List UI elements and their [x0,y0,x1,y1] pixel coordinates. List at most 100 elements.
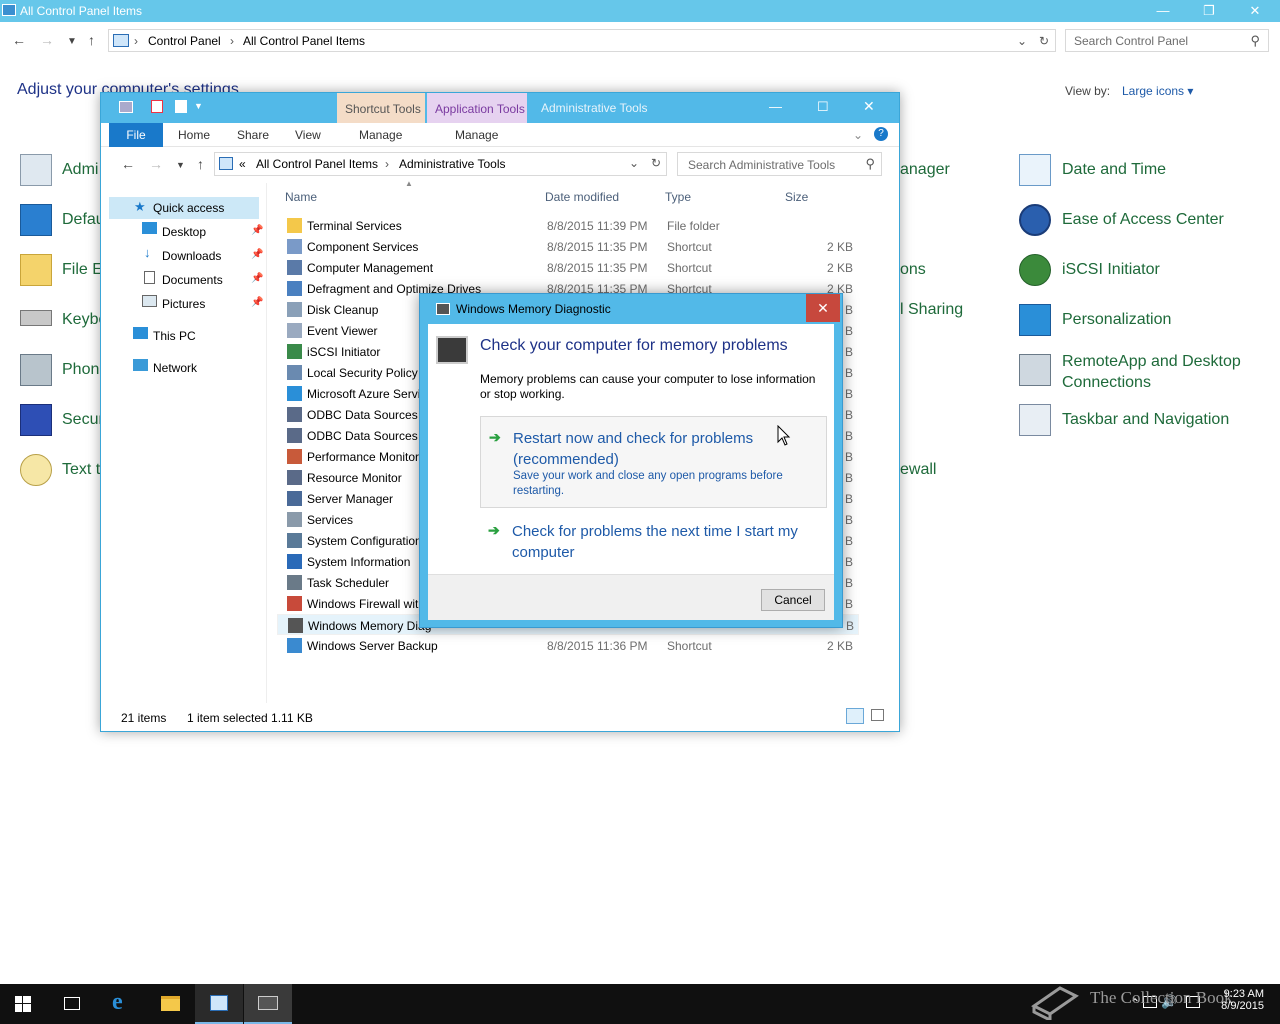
sidebar-item-pictures[interactable]: Pictures [162,297,205,311]
start-button[interactable] [0,984,48,1024]
cp-item-remoteapp[interactable]: RemoteApp and Desktop Connections [1062,351,1262,393]
breadcrumb-all-items[interactable]: All Control Panel Items [243,34,365,48]
explorer-close-button[interactable]: ✕ [863,98,875,115]
cp-item-default[interactable]: Defau [62,211,105,229]
forward-icon[interactable]: → [40,32,54,48]
cp-item-connections[interactable]: ons [900,261,926,279]
up-icon[interactable]: ↑ [88,32,95,48]
refresh-icon[interactable]: ↻ [1039,34,1049,48]
sidebar-item-downloads[interactable]: Downloads [162,249,221,263]
back-icon[interactable]: ← [121,156,135,172]
sidebar-item-desktop[interactable]: Desktop [162,225,206,239]
new-folder-icon[interactable] [175,100,187,113]
tab-view[interactable]: View [295,128,321,142]
row-name: Terminal Services [307,219,402,233]
shortcut-icon [287,596,302,611]
cp-item-taskbar[interactable]: Taskbar and Navigation [1062,411,1229,429]
column-type[interactable]: Type [665,190,691,204]
breadcrumb-overflow[interactable]: « [239,157,246,171]
cp-item-network-sharing[interactable]: l Sharing [900,301,963,319]
explorer-search-input[interactable]: Search Administrative Tools ⚲ [677,152,882,176]
cp-item-firewall[interactable]: ewall [900,461,936,479]
pin-icon[interactable]: 📌 [251,225,263,236]
pin-icon[interactable]: 📌 [251,273,263,284]
recent-chevron-icon[interactable]: ▼ [67,36,77,47]
pin-icon[interactable]: 📌 [251,249,263,260]
sidebar-item-network[interactable]: Network [153,361,197,375]
view-by-dropdown[interactable]: Large icons ▾ [1122,84,1193,98]
cancel-button[interactable]: Cancel [761,589,825,611]
address-dropdown-icon[interactable]: ⌄ [1017,34,1027,48]
tab-share[interactable]: Share [237,128,269,142]
cp-item-admin[interactable]: Admi [62,161,98,179]
file-explorer-button[interactable] [146,984,194,1024]
view-by-value: Large icons [1122,84,1185,98]
option-restart-now[interactable]: ➔ Restart now and check for problems (re… [480,416,827,508]
breadcrumb-all-items[interactable]: All Control Panel Items [256,157,378,171]
selection-info: 1 item selected 1.11 KB [187,711,313,725]
cp-item-iscsi[interactable]: iSCSI Initiator [1062,261,1160,279]
speech-bubble-icon [20,454,52,486]
minimize-button[interactable]: — [1140,0,1186,22]
edge-button[interactable]: e [98,984,146,1024]
explorer-maximize-button[interactable]: ☐ [817,99,829,115]
control-panel-search-input[interactable]: Search Control Panel ⚲ [1065,29,1269,52]
column-size[interactable]: Size [785,190,808,204]
cp-item-credential-manager[interactable]: anager [900,161,950,179]
tab-home[interactable]: Home [178,128,210,142]
phone-modem-icon [20,354,52,386]
column-date[interactable]: Date modified [545,190,619,204]
details-view-icon[interactable] [846,708,864,724]
close-button[interactable]: ✕ [1232,0,1278,22]
cp-item-security[interactable]: Secur [62,411,104,429]
pin-icon[interactable]: 📌 [251,297,263,308]
explorer-address-bar[interactable]: « All Control Panel Items › Administrati… [214,152,667,176]
restore-button[interactable]: ❐ [1186,0,1232,22]
task-view-button[interactable] [48,984,96,1024]
memory-diagnostic-taskbar-button[interactable] [244,984,292,1024]
ribbon-expand-icon[interactable]: ⌄ [853,128,863,142]
option-check-next-start[interactable]: ➔ Check for problems the next time I sta… [480,516,827,564]
tab-shortcut-tools[interactable]: Shortcut Tools [337,93,425,123]
tab-file[interactable]: File [109,123,163,147]
address-dropdown-icon[interactable]: ⌄ [629,156,639,170]
column-name[interactable]: Name [285,190,317,204]
table-row[interactable]: Component Services 8/8/2015 11:35 PM Short… [277,236,859,257]
search-icon[interactable]: ⚲ [865,156,875,172]
help-icon[interactable]: ? [874,127,888,141]
row-name: ODBC Data Sources (6 [307,429,432,443]
refresh-icon[interactable]: ↻ [651,156,661,170]
tab-manage-shortcut[interactable]: Manage [359,128,402,142]
table-row[interactable]: Computer Management 8/8/2015 11:35 PM Shor… [277,257,859,278]
cp-item-personalization[interactable]: Personalization [1062,311,1171,329]
sidebar-quick-access[interactable]: Quick access [153,201,224,215]
forward-icon[interactable]: → [149,156,163,172]
qat-chevron-icon[interactable]: ▼ [194,101,203,111]
row-size: 2 KB [826,639,853,653]
cp-item-ease-of-access[interactable]: Ease of Access Center [1062,211,1224,229]
tab-manage-application[interactable]: Manage [455,128,498,142]
properties-icon[interactable] [151,100,163,113]
desktop-icon [142,222,157,234]
back-icon[interactable]: ← [12,32,26,48]
row-name: Component Services [307,240,419,254]
sidebar-item-this-pc[interactable]: This PC [153,329,196,343]
control-panel-icon [2,4,16,16]
table-row[interactable]: Terminal Services 8/8/2015 11:39 PM File f… [277,215,859,236]
dialog-close-button[interactable]: ✕ [806,294,840,322]
sidebar-item-documents[interactable]: Documents [162,273,223,287]
breadcrumb-admin-tools[interactable]: Administrative Tools [399,157,506,171]
tab-application-tools[interactable]: Application Tools [427,93,527,123]
explorer-minimize-button[interactable]: — [769,99,782,114]
table-row[interactable]: Windows Server Backup 8/8/2015 11:36 PM Sh… [277,635,859,656]
cp-item-date-time[interactable]: Date and Time [1062,161,1166,179]
large-icons-view-icon[interactable] [871,709,884,721]
recent-chevron-icon[interactable]: ▼ [176,160,185,170]
up-icon[interactable]: ↑ [197,156,204,172]
clock[interactable]: 9:23 AM 8/9/2015 [1210,988,1264,1012]
search-icon[interactable]: ⚲ [1250,33,1260,49]
breadcrumb-control-panel[interactable]: Control Panel [148,34,221,48]
row-name: Microsoft Azure Servi [307,387,421,401]
control-panel-address-bar[interactable]: › Control Panel › All Control Panel Item… [108,29,1056,52]
control-panel-taskbar-button[interactable] [195,984,243,1024]
